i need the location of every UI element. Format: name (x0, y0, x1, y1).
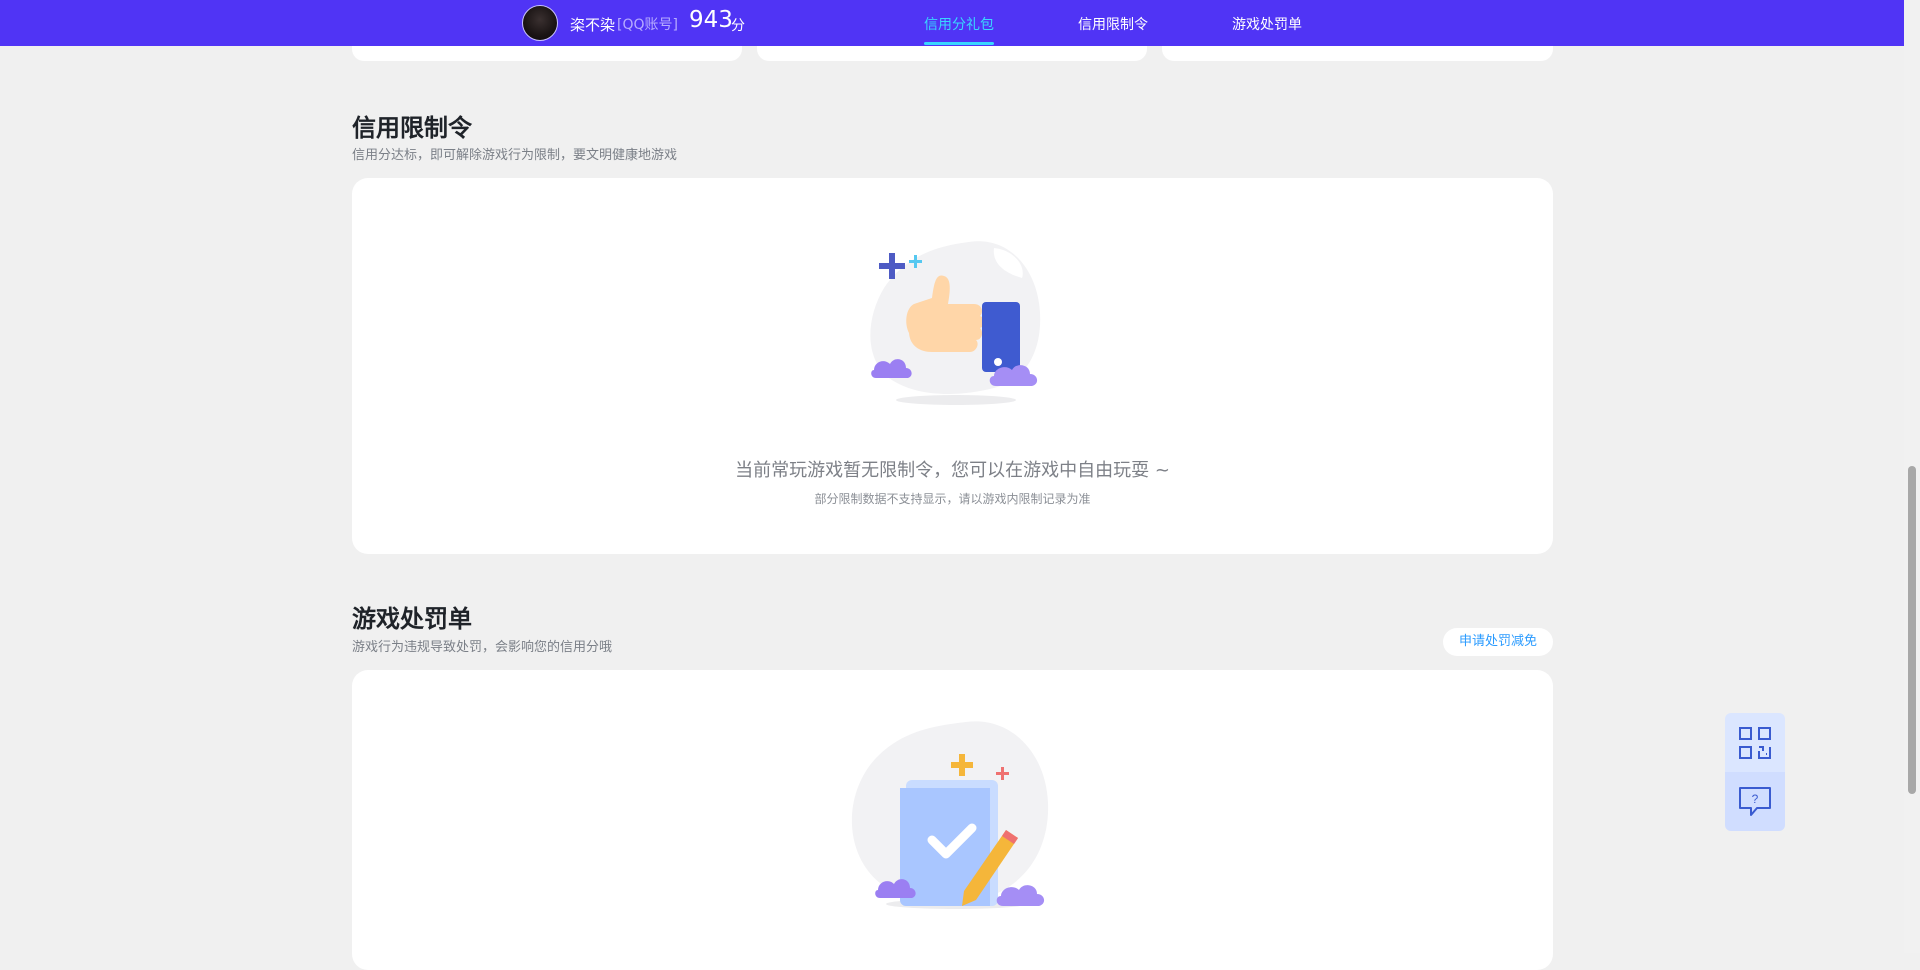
qr-code-icon (1739, 726, 1771, 759)
nav-tab-restriction-order[interactable]: 信用限制令 (1078, 14, 1148, 34)
thumbs-up-illustration (870, 241, 1041, 405)
svg-text:?: ? (1752, 792, 1759, 806)
account-type: [QQ账号] (617, 17, 678, 33)
restriction-card: 当前常玩游戏暂无限制令，您可以在游戏中自由玩耍 ~ 部分限制数据不支持显示，请以… (352, 178, 1553, 554)
active-tab-indicator (924, 42, 994, 45)
feedback-button[interactable]: ? (1725, 772, 1785, 831)
penalty-card (352, 670, 1553, 970)
penalty-section-title: 游戏处罚单 (352, 605, 472, 633)
qr-code-button[interactable] (1725, 713, 1785, 772)
restriction-empty-message: 当前常玩游戏暂无限制令，您可以在游戏中自由玩耍 ~ (735, 460, 1170, 481)
restriction-section-subtitle: 信用分达标，即可解除游戏行为限制，要文明健康地游戏 (352, 148, 678, 163)
avatar[interactable] (522, 5, 558, 41)
credit-score: 943 (689, 7, 733, 33)
apply-penalty-reduction-button[interactable]: 申请处罚减免 (1443, 628, 1553, 656)
restriction-empty-note: 部分限制数据不支持显示，请以游戏内限制记录为准 (814, 492, 1091, 506)
restriction-section-title: 信用限制令 (352, 114, 472, 142)
penalty-section-subtitle: 游戏行为违规导致处罚，会影响您的信用分哦 (352, 640, 613, 655)
nav-tab-penalty-ticket[interactable]: 游戏处罚单 (1232, 14, 1302, 34)
nav-tab-credit-gift[interactable]: 信用分礼包 (924, 14, 994, 34)
top-nav-bar: 栥不染 [QQ账号] 943 分 信用分礼包 信用限制令 游戏处罚单 (0, 0, 1904, 46)
document-pencil-illustration (851, 721, 1049, 909)
feedback-question-icon: ? (1739, 786, 1771, 816)
page-scrollbar-thumb[interactable] (1908, 466, 1916, 794)
score-unit: 分 (731, 18, 745, 34)
username: 栥不染 (570, 16, 616, 34)
